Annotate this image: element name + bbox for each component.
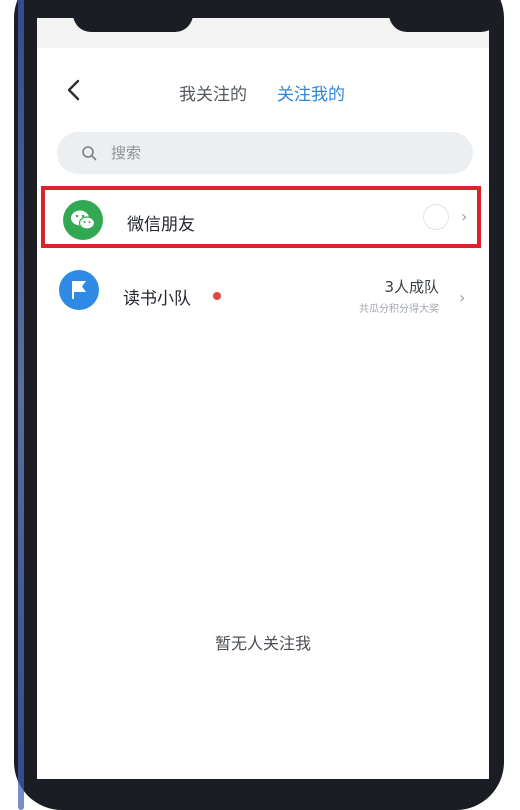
wechat-icon xyxy=(63,200,103,240)
tab-followers[interactable]: 关注我的 xyxy=(277,80,345,105)
flag-icon xyxy=(59,270,99,310)
phone-notch-left xyxy=(73,18,193,32)
reading-team-row[interactable]: 读书小队 3人成队 共瓜分积分得大奖 › xyxy=(41,258,481,320)
wechat-friends-row[interactable]: 微信朋友 › xyxy=(41,186,481,248)
chevron-right-icon: › xyxy=(461,207,468,226)
phone-notch-right xyxy=(389,18,489,32)
wechat-friends-label: 微信朋友 xyxy=(127,215,195,235)
search-bar[interactable] xyxy=(57,132,473,174)
app-screen: 我关注的 关注我的 微信朋友 › xyxy=(37,18,489,779)
notification-dot xyxy=(213,292,221,300)
empty-state-text: 暂无人关注我 xyxy=(214,634,311,653)
back-arrow-icon[interactable] xyxy=(63,78,87,102)
select-radio[interactable] xyxy=(423,204,449,230)
tab-following[interactable]: 我关注的 xyxy=(179,80,247,105)
team-subtitle-text: 共瓜分积分得大奖 xyxy=(359,304,439,315)
chevron-right-icon: › xyxy=(459,288,466,307)
team-status-text: 3人成队 xyxy=(384,278,439,296)
search-icon xyxy=(82,146,97,161)
reading-team-label: 读书小队 xyxy=(123,289,191,309)
search-input[interactable] xyxy=(109,143,453,163)
